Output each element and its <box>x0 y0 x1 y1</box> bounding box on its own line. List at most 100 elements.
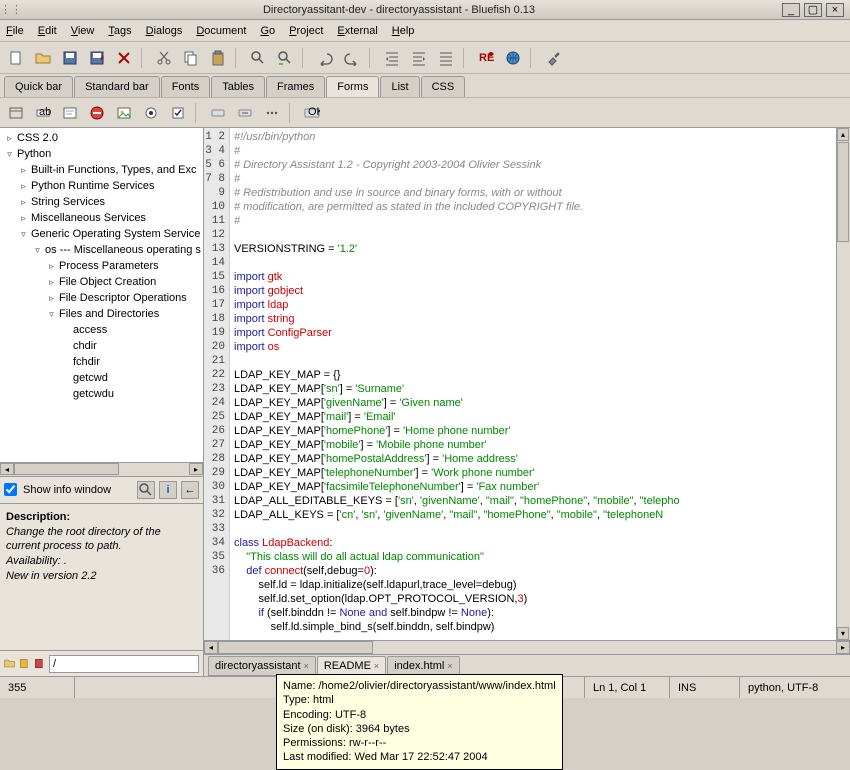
status-insert[interactable]: INS <box>670 677 740 698</box>
file-tab[interactable]: directoryassistant× <box>208 656 316 676</box>
forms-radio-button[interactable] <box>139 101 163 125</box>
tab-fonts[interactable]: Fonts <box>161 76 211 97</box>
tree-item[interactable]: fchdir <box>2 354 201 370</box>
menu-tags[interactable]: Tags <box>108 25 131 37</box>
menu-document[interactable]: Document <box>196 25 246 37</box>
menu-help[interactable]: Help <box>392 25 415 37</box>
forms-checkbox-button[interactable] <box>166 101 190 125</box>
tree-toggle-icon[interactable]: ▹ <box>18 197 29 208</box>
tree-item[interactable]: ▹File Descriptor Operations <box>2 290 201 306</box>
tree-item[interactable]: ▹Built-in Functions, Types, and Exc <box>2 162 201 178</box>
window-maximize-button[interactable]: ▢ <box>804 3 822 17</box>
paste-button[interactable] <box>206 46 230 70</box>
save-button[interactable] <box>58 46 82 70</box>
indent-left-button[interactable] <box>380 46 404 70</box>
show-info-checkbox[interactable] <box>4 483 17 496</box>
tree-item[interactable]: getcwdu <box>2 386 201 402</box>
saveas-button[interactable]: * <box>85 46 109 70</box>
scroll-left-arrow[interactable]: ◂ <box>204 641 218 654</box>
tab-css[interactable]: CSS <box>421 76 466 97</box>
path-input[interactable] <box>49 655 199 673</box>
globe-button[interactable] <box>501 46 525 70</box>
tree-toggle-icon[interactable]: ▿ <box>4 149 15 160</box>
book-red-icon[interactable] <box>34 654 45 674</box>
folder-icon[interactable] <box>4 654 15 674</box>
tree-toggle-icon[interactable]: ▹ <box>46 293 57 304</box>
tree-toggle-icon[interactable]: ▹ <box>18 165 29 176</box>
forms-ok-button[interactable]: OK <box>300 101 324 125</box>
menu-go[interactable]: Go <box>260 25 275 37</box>
tab-frames[interactable]: Frames <box>266 76 325 97</box>
undo-button[interactable] <box>313 46 337 70</box>
forms-btn2-button[interactable] <box>233 101 257 125</box>
status-lang[interactable]: python, UTF-8 <box>740 677 850 698</box>
scroll-thumb[interactable] <box>14 463 119 475</box>
tree-item[interactable]: getcwd <box>2 370 201 386</box>
forms-form-button[interactable] <box>4 101 28 125</box>
forms-image-button[interactable] <box>112 101 136 125</box>
copy-button[interactable] <box>179 46 203 70</box>
tree-toggle-icon[interactable]: ▹ <box>46 261 57 272</box>
file-tab[interactable]: index.html× <box>387 656 459 676</box>
scroll-right-arrow[interactable]: ▸ <box>189 463 203 475</box>
file-tab[interactable]: README× <box>317 656 386 676</box>
tree-toggle-icon[interactable]: ▿ <box>32 245 43 256</box>
tree-item[interactable]: ▿os --- Miscellaneous operating s <box>2 242 201 258</box>
search-button[interactable] <box>246 46 270 70</box>
tree-item[interactable]: ▿Generic Operating System Service <box>2 226 201 242</box>
forms-noentry-button[interactable] <box>85 101 109 125</box>
book-yellow-icon[interactable] <box>19 654 30 674</box>
sidebar-hscrollbar[interactable]: ◂ ▸ <box>0 462 203 476</box>
code-area[interactable]: #!/usr/bin/python## Directory Assistant … <box>230 128 836 640</box>
hscroll-thumb[interactable] <box>218 641 373 654</box>
close-button[interactable] <box>112 46 136 70</box>
back-button[interactable]: ← <box>181 481 199 499</box>
vscroll-thumb[interactable] <box>837 142 849 242</box>
replace-button[interactable] <box>273 46 297 70</box>
close-tab-icon[interactable]: × <box>447 661 452 671</box>
tree-toggle-icon[interactable]: ▹ <box>18 181 29 192</box>
tab-tables[interactable]: Tables <box>211 76 265 97</box>
window-minimize-button[interactable]: _ <box>782 3 800 17</box>
rec-button[interactable]: REC <box>474 46 498 70</box>
tree-item[interactable]: ▹CSS 2.0 <box>2 130 201 146</box>
scroll-up-arrow[interactable]: ▴ <box>837 128 849 141</box>
editor-vscrollbar[interactable]: ▴ ▾ <box>836 128 850 640</box>
tab-standard-bar[interactable]: Standard bar <box>74 76 160 97</box>
forms-textbox-button[interactable] <box>58 101 82 125</box>
menu-external[interactable]: External <box>337 25 377 37</box>
tree-item[interactable]: ▿Files and Directories <box>2 306 201 322</box>
info-button[interactable]: i <box>159 481 177 499</box>
titlebar-grip-icon[interactable]: ⋮⋮ <box>0 3 18 16</box>
tree-item[interactable]: ▿Python <box>2 146 201 162</box>
tree-toggle-icon[interactable]: ▹ <box>4 133 15 144</box>
cut-button[interactable] <box>152 46 176 70</box>
menu-edit[interactable]: Edit <box>38 25 57 37</box>
scroll-down-arrow[interactable]: ▾ <box>837 627 849 640</box>
tree-item[interactable]: ▹String Services <box>2 194 201 210</box>
tree-toggle-icon[interactable]: ▿ <box>46 309 57 320</box>
reference-tree[interactable]: ▹CSS 2.0▿Python▹Built-in Functions, Type… <box>0 128 203 462</box>
tree-item[interactable]: access <box>2 322 201 338</box>
tree-item[interactable]: ▹Python Runtime Services <box>2 178 201 194</box>
open-button[interactable] <box>31 46 55 70</box>
tree-toggle-icon[interactable]: ▹ <box>18 213 29 224</box>
tree-item[interactable]: ▹Process Parameters <box>2 258 201 274</box>
tree-toggle-icon[interactable]: ▿ <box>18 229 29 240</box>
tools-button[interactable] <box>541 46 565 70</box>
editor-hscrollbar[interactable]: ◂ ▸ <box>204 640 850 654</box>
tab-quick-bar[interactable]: Quick bar <box>4 76 73 97</box>
tree-item[interactable]: ▹File Object Creation <box>2 274 201 290</box>
menu-file[interactable]: File <box>6 25 24 37</box>
menu-dialogs[interactable]: Dialogs <box>146 25 183 37</box>
indent-right-button[interactable] <box>407 46 431 70</box>
status-px[interactable]: 355 <box>0 677 75 698</box>
new-button[interactable] <box>4 46 28 70</box>
close-tab-icon[interactable]: × <box>374 661 379 671</box>
menu-view[interactable]: View <box>71 25 95 37</box>
scroll-left-arrow[interactable]: ◂ <box>0 463 14 475</box>
forms-btn1-button[interactable] <box>206 101 230 125</box>
window-close-button[interactable]: × <box>826 3 844 17</box>
close-tab-icon[interactable]: × <box>304 661 309 671</box>
tree-item[interactable]: ▹Miscellaneous Services <box>2 210 201 226</box>
